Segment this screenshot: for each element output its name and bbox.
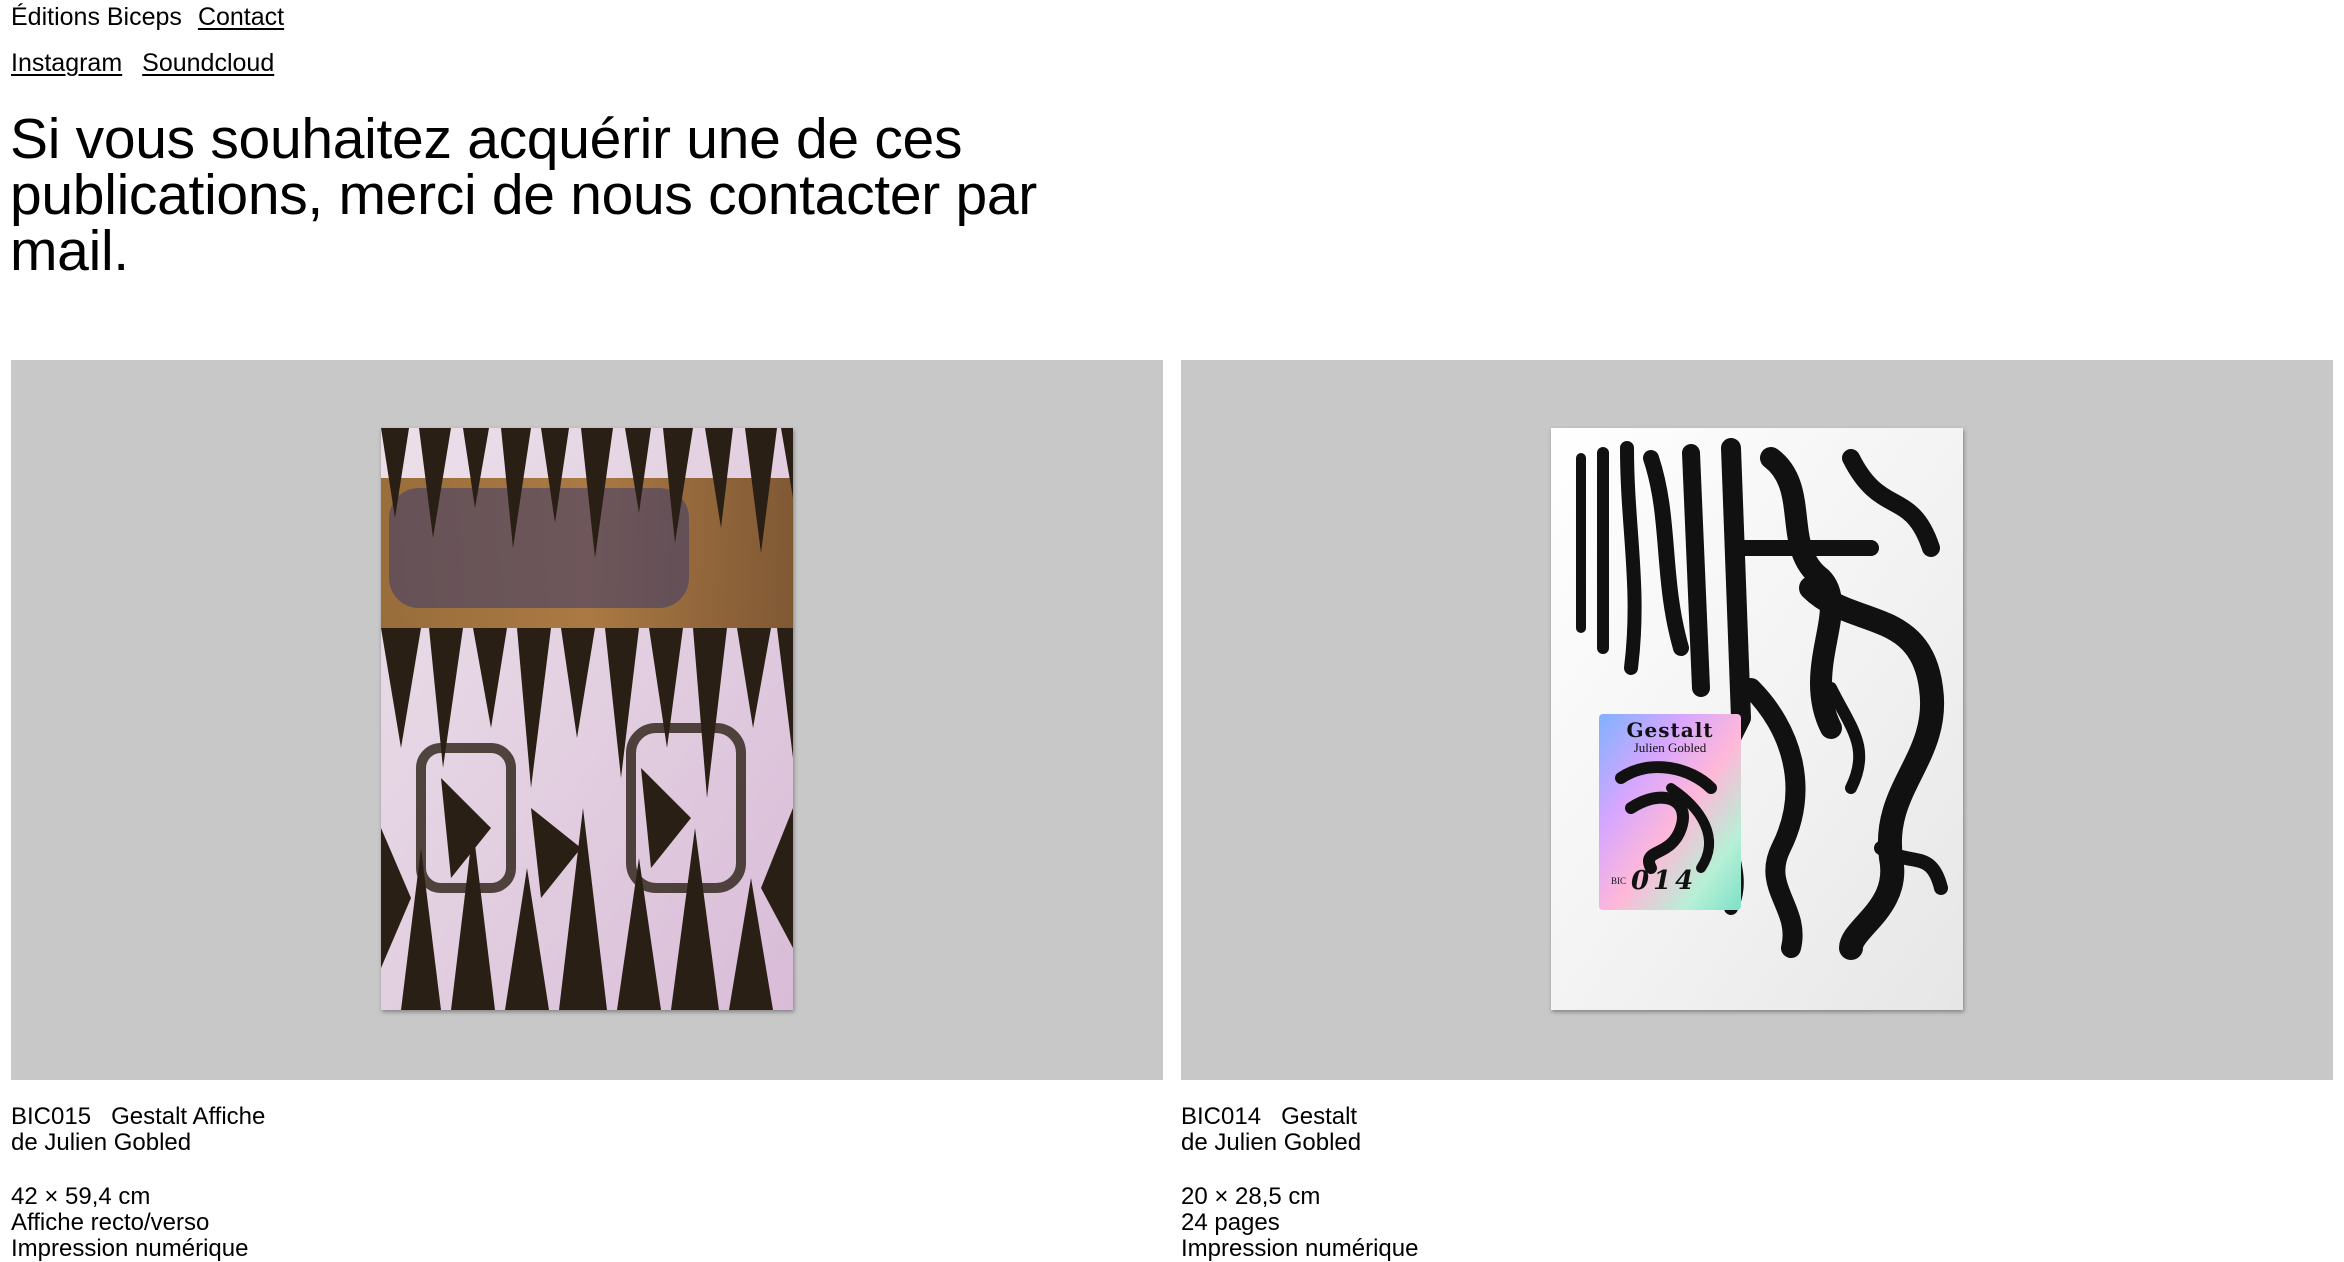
contact-link[interactable]: Contact [198,3,284,31]
social-nav: Instagram Soundcloud [11,48,294,78]
publication-title: Gestalt [1281,1103,1358,1130]
site-header: Éditions Biceps Contact [11,2,284,32]
poster-cover-image [381,428,793,1010]
intro-text: Si vous souhaitez acquérir une de ces pu… [10,107,1037,283]
publication-card[interactable]: Gestalt Julien Gobled BIC 014 BIC014 Gest… [1181,360,2333,1262]
publication-info: BIC014 Gestalt de Julien Gobled 20 × 28,5… [1181,1104,2333,1262]
cover-sticker-number: 014 [1631,866,1698,896]
cover-sticker-prefix: BIC [1611,876,1627,886]
publication-print: Impression numérique [11,1235,249,1262]
publication-ref: BIC015 [11,1103,92,1130]
cover-sticker-author: Julien Gobled [1633,740,1707,755]
publication-author: de Julien Gobled [1181,1129,1362,1156]
publication-size: 20 × 28,5 cm [1181,1183,1321,1210]
publication-image-frame[interactable] [11,360,1163,1080]
publication-format: 24 pages [1181,1209,1280,1236]
publication-card[interactable]: BIC015 Gestalt Affiche de Julien Gobled 4… [11,360,1163,1262]
publication-format: Affiche recto/verso [11,1209,210,1236]
publication-print: Impression numérique [1181,1235,1419,1262]
soundcloud-link[interactable]: Soundcloud [142,49,274,77]
instagram-link[interactable]: Instagram [11,49,122,77]
publication-author: de Julien Gobled [11,1129,192,1156]
publication-info: BIC015 Gestalt Affiche de Julien Gobled 4… [11,1104,1163,1262]
cover-sticker-title: Gestalt [1626,718,1714,742]
book-cover-image: Gestalt Julien Gobled BIC 014 [1551,428,1963,1010]
publication-title: Gestalt Affiche [111,1103,266,1130]
site-name[interactable]: Éditions Biceps [11,3,182,31]
publication-ref: BIC014 [1181,1103,1262,1130]
publication-image-frame[interactable]: Gestalt Julien Gobled BIC 014 [1181,360,2333,1080]
publication-size: 42 × 59,4 cm [11,1183,151,1210]
